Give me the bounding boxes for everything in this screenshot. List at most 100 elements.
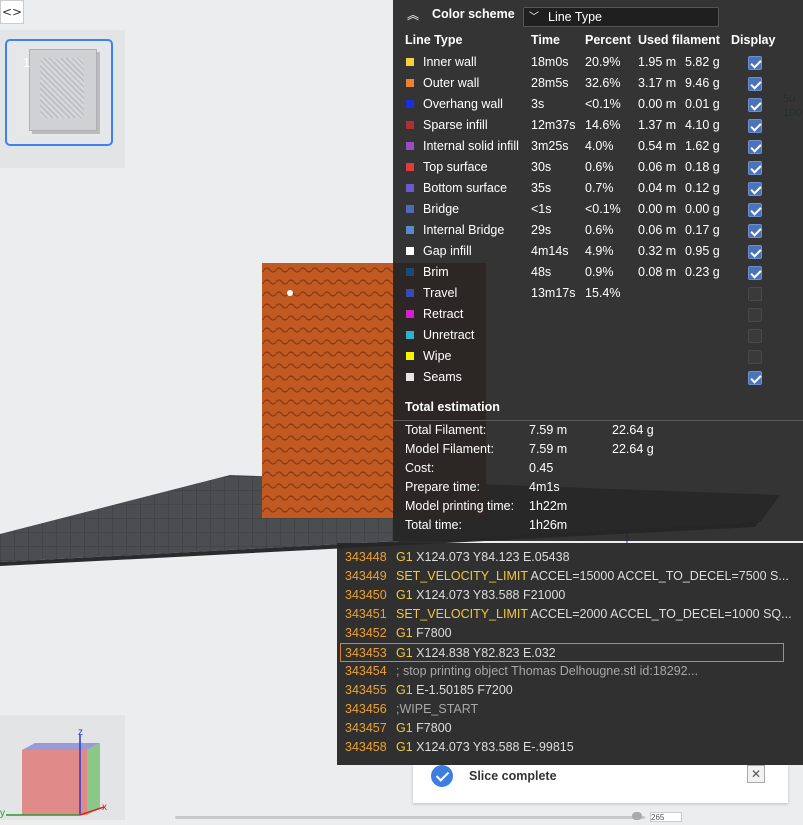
- summary-value-2: 22.64 g: [612, 423, 654, 437]
- gcode-line[interactable]: 343448 G1 X124.073 Y84.123 E.05438: [337, 548, 803, 567]
- display-checkbox[interactable]: [748, 203, 762, 217]
- display-checkbox[interactable]: [748, 371, 762, 385]
- gcode-line[interactable]: 343456 ;WIPE_START: [337, 700, 803, 719]
- summary-key: Model printing time:: [405, 499, 515, 513]
- color-swatch: [406, 268, 414, 276]
- gcode-line[interactable]: 343455 G1 E-1.50185 F7200: [337, 681, 803, 700]
- legend-header: ︽ Color scheme ﹀ Line Type: [393, 0, 803, 30]
- legend-row[interactable]: Unretract: [393, 325, 803, 346]
- color-swatch: [406, 289, 414, 297]
- summary-value: 0.45: [529, 461, 554, 475]
- display-checkbox[interactable]: [748, 266, 762, 280]
- color-swatch: [406, 331, 414, 339]
- gcode-line[interactable]: 343458 G1 X124.073 Y83.588 E-.99815: [337, 738, 803, 757]
- gcode-line-number: 343455: [345, 683, 387, 697]
- legend-row[interactable]: Internal solid infill 3m25s 4.0% 0.54 m 1.62…: [393, 136, 803, 157]
- axis-gizmo[interactable]: z x y: [0, 715, 125, 820]
- gcode-command: G1: [396, 721, 413, 735]
- summary-value: 7.59 m: [529, 423, 568, 437]
- gcode-comment: ; stop printing object Thomas Delhougne.…: [396, 664, 699, 678]
- gcode-line-number: 343450: [345, 588, 387, 602]
- line-type-time: 13m17s: [531, 286, 576, 300]
- legend-row[interactable]: Internal Bridge 29s 0.6% 0.06 m 0.17 g: [393, 220, 803, 241]
- legend-row[interactable]: Retract: [393, 304, 803, 325]
- gcode-line[interactable]: 343450 G1 X124.073 Y83.588 F21000: [337, 586, 803, 605]
- line-type-percent: <0.1%: [585, 97, 621, 111]
- legend-row[interactable]: Travel 13m17s 15.4%: [393, 283, 803, 304]
- gcode-line-text: G1 X124.838 Y82.823 E.032: [396, 646, 783, 660]
- display-checkbox[interactable]: [748, 308, 762, 322]
- line-type-length: 0.04 m: [638, 181, 677, 195]
- display-checkbox[interactable]: [748, 56, 762, 70]
- display-checkbox[interactable]: [748, 161, 762, 175]
- axis-gizmo-panel[interactable]: z x y: [0, 715, 125, 820]
- gcode-line-selected[interactable]: 343453 G1 X124.838 Y82.823 E.032: [340, 643, 784, 662]
- layer-slider-track[interactable]: [175, 816, 645, 819]
- gcode-line[interactable]: 343457 G1 F7800: [337, 719, 803, 738]
- legend-row[interactable]: Bottom surface 35s 0.7% 0.04 m 0.12 g: [393, 178, 803, 199]
- legend-row[interactable]: Bridge <1s <0.1% 0.00 m 0.00 g: [393, 199, 803, 220]
- gcode-args: X124.073 Y83.588 E-.99815: [412, 740, 574, 754]
- seam-marker: [287, 290, 293, 296]
- gcode-command: G1: [396, 683, 413, 697]
- legend-row[interactable]: Gap infill 4m14s 4.9% 0.32 m 0.95 g: [393, 241, 803, 262]
- line-type-length: 1.37 m: [638, 118, 677, 132]
- summary-value-2: 22.64 g: [612, 442, 654, 456]
- code-toggle-button[interactable]: <>: [0, 0, 24, 24]
- legend-row[interactable]: Wipe: [393, 346, 803, 367]
- legend-row[interactable]: Brim 48s 0.9% 0.08 m 0.23 g: [393, 262, 803, 283]
- plate-list-panel: 1: [0, 30, 125, 168]
- line-type-percent: 4.9%: [585, 244, 614, 258]
- display-checkbox[interactable]: [748, 329, 762, 343]
- gcode-line-number: 343448: [345, 550, 387, 564]
- color-scheme-select[interactable]: ﹀ Line Type: [523, 7, 719, 27]
- line-type-name: Retract: [423, 307, 464, 321]
- display-checkbox[interactable]: [748, 119, 762, 133]
- display-checkbox[interactable]: [748, 77, 762, 91]
- color-swatch: [406, 352, 414, 360]
- line-type-name: Inner wall: [423, 55, 477, 69]
- color-swatch: [406, 226, 414, 234]
- line-type-name: Bridge: [423, 202, 460, 216]
- line-type-name: Internal Bridge: [423, 223, 505, 237]
- gcode-viewer[interactable]: 343448 G1 X124.073 Y84.123 E.05438 343449 S…: [337, 543, 803, 765]
- display-checkbox[interactable]: [748, 350, 762, 364]
- line-type-percent: 15.4%: [585, 286, 621, 300]
- display-checkbox[interactable]: [748, 224, 762, 238]
- summary-value: 1h26m: [529, 518, 568, 532]
- display-checkbox[interactable]: [748, 98, 762, 112]
- legend-row[interactable]: Outer wall 28m5s 32.6% 3.17 m 9.46 g: [393, 73, 803, 94]
- legend-row[interactable]: Inner wall 18m0s 20.9% 1.95 m 5.82 g: [393, 52, 803, 73]
- gcode-line[interactable]: 343454 ; stop printing object Thomas Delh…: [337, 662, 803, 681]
- legend-row[interactable]: Overhang wall 3s <0.1% 0.00 m 0.01 g: [393, 94, 803, 115]
- summary-value: 1h22m: [529, 499, 568, 513]
- layer-slider-handle[interactable]: [632, 812, 642, 820]
- gcode-line-text: G1 X124.073 Y83.588 E-.99815: [396, 740, 796, 754]
- plate-thumbnail[interactable]: 1: [5, 39, 113, 146]
- column-header-line-type: Line Type: [405, 33, 463, 47]
- line-type-weight: 1.62 g: [685, 139, 720, 153]
- gcode-line[interactable]: 343452 G1 F7800: [337, 624, 803, 643]
- gcode-command: G1: [396, 740, 413, 754]
- display-checkbox[interactable]: [748, 245, 762, 259]
- legend-row[interactable]: Seams: [393, 367, 803, 388]
- line-type-name: Bottom surface: [423, 181, 508, 195]
- gcode-line-text: G1 X124.073 Y83.588 F21000: [396, 588, 796, 602]
- legend-row[interactable]: Sparse infill 12m37s 14.6% 1.37 m 4.10 g: [393, 115, 803, 136]
- gcode-line-text: G1 E-1.50185 F7200: [396, 683, 796, 697]
- close-icon[interactable]: ✕: [747, 765, 765, 783]
- gcode-line-number: 343451: [345, 607, 387, 621]
- model-part[interactable]: [262, 263, 393, 518]
- display-checkbox[interactable]: [748, 140, 762, 154]
- color-swatch: [406, 184, 414, 192]
- chevron-up-double-icon[interactable]: ︽: [407, 6, 419, 23]
- legend-row[interactable]: Top surface 30s 0.6% 0.06 m 0.18 g: [393, 157, 803, 178]
- color-swatch: [406, 121, 414, 129]
- gcode-line[interactable]: 343449 SET_VELOCITY_LIMIT ACCEL=15000 ACC…: [337, 567, 803, 586]
- line-type-weight: 0.23 g: [685, 265, 720, 279]
- line-type-time: 28m5s: [531, 76, 569, 90]
- line-type-percent: 0.7%: [585, 181, 614, 195]
- display-checkbox[interactable]: [748, 182, 762, 196]
- display-checkbox[interactable]: [748, 287, 762, 301]
- gcode-line[interactable]: 343451 SET_VELOCITY_LIMIT ACCEL=2000 ACCE…: [337, 605, 803, 624]
